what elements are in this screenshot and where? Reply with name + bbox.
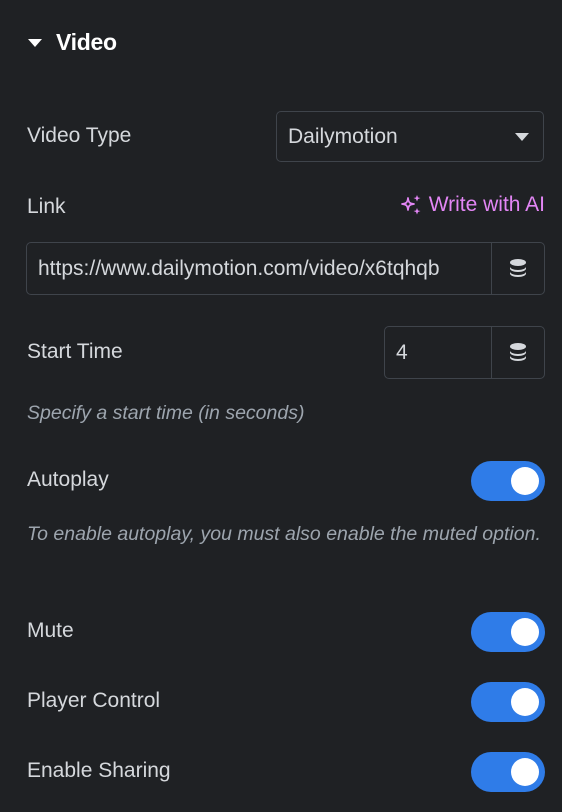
start-time-input-group [384, 326, 545, 379]
start-time-dynamic-tags-button[interactable] [491, 327, 544, 378]
link-input-group [26, 242, 545, 295]
enable-sharing-label: Enable Sharing [27, 759, 171, 782]
enable-sharing-toggle[interactable] [471, 752, 545, 792]
video-type-label: Video Type [27, 124, 132, 147]
section-title: Video [56, 28, 117, 55]
player-control-label: Player Control [27, 689, 161, 712]
link-label: Link [27, 195, 66, 218]
write-with-ai-button[interactable]: Write with AI [399, 193, 545, 217]
link-input[interactable] [27, 243, 491, 294]
start-time-help: Specify a start time (in seconds) [27, 402, 305, 424]
toggle-knob [511, 688, 539, 716]
mute-toggle[interactable] [471, 612, 545, 652]
toggle-knob [511, 758, 539, 786]
toggle-knob [511, 618, 539, 646]
chevron-down-icon [515, 133, 529, 141]
autoplay-help: To enable autoplay, you must also enable… [27, 523, 541, 545]
database-icon [510, 258, 526, 277]
player-control-toggle[interactable] [471, 682, 545, 722]
caret-down-icon [28, 39, 42, 47]
write-with-ai-label: Write with AI [428, 193, 545, 216]
video-type-select[interactable]: Dailymotion [276, 111, 544, 162]
toggle-knob [511, 467, 539, 495]
start-time-input[interactable] [385, 327, 491, 378]
video-type-selected-value: Dailymotion [288, 124, 398, 148]
autoplay-label: Autoplay [27, 468, 109, 491]
ai-sparkle-icon [400, 195, 421, 215]
mute-label: Mute [27, 619, 74, 642]
section-header-video[interactable]: Video [28, 26, 117, 58]
database-icon [510, 342, 526, 361]
autoplay-toggle[interactable] [471, 461, 545, 501]
start-time-label: Start Time [27, 340, 123, 363]
link-dynamic-tags-button[interactable] [491, 243, 544, 294]
